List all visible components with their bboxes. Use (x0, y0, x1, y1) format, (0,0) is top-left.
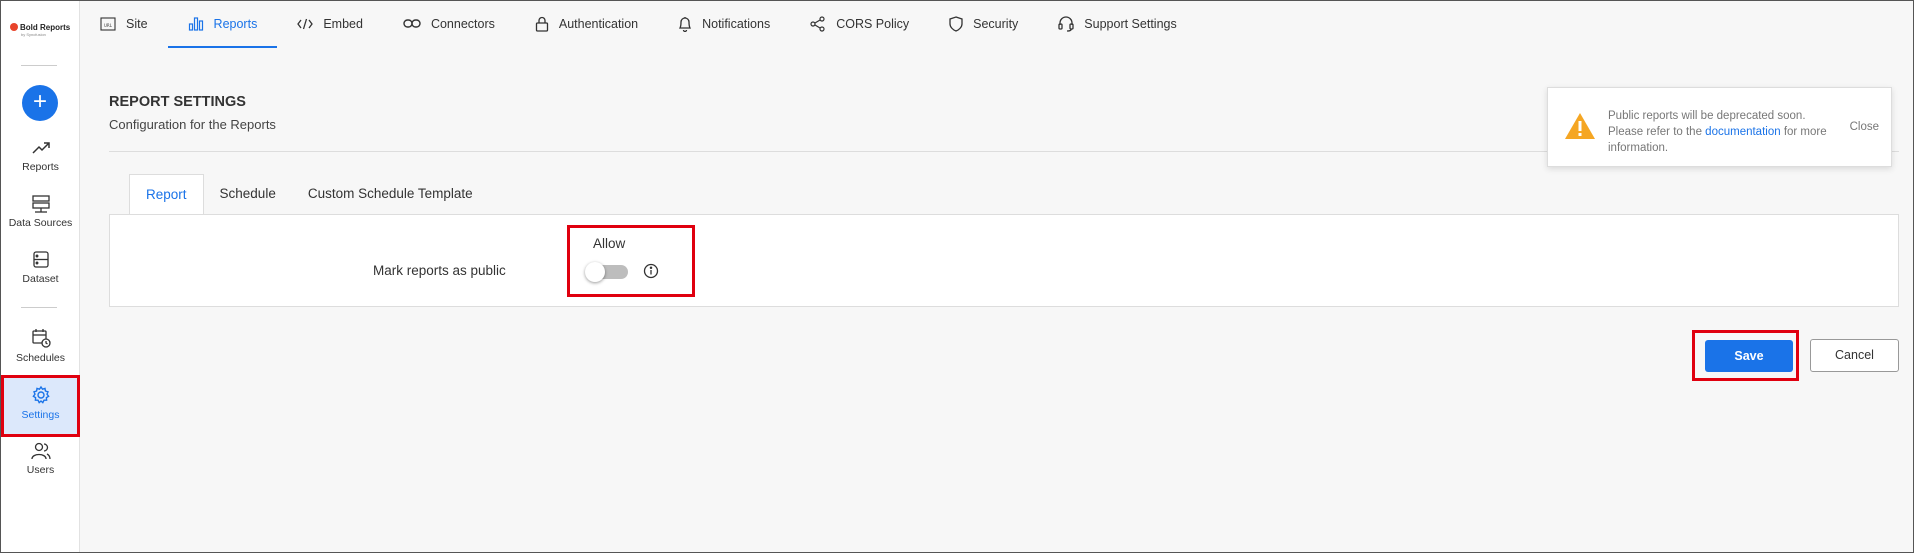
bar-chart-icon (188, 16, 203, 31)
shield-icon (949, 16, 963, 32)
server-icon (31, 195, 50, 213)
sidebar-item-label: Dataset (22, 273, 59, 285)
sidebar-item-label: Users (26, 464, 55, 476)
highlight-settings (1, 375, 80, 437)
highlight-save (1692, 330, 1799, 381)
tab-connectors[interactable]: Connectors (383, 1, 515, 47)
tab-label: CORS Policy (836, 17, 910, 31)
toast-line1: Public reports will be deprecated soon. (1608, 110, 1806, 122)
tab-label: Embed (323, 17, 363, 31)
sidebar-item-label: Data Sources (8, 217, 73, 229)
report-settings-panel: Mark reports as public (109, 214, 1899, 307)
users-icon (30, 442, 51, 460)
mark-public-label: Mark reports as public (373, 263, 506, 278)
cancel-button[interactable]: Cancel (1810, 339, 1899, 372)
brand-name: Bold Reports (20, 22, 71, 32)
deprecation-toast: Public reports will be deprecated soon. … (1547, 87, 1892, 167)
sidebar-item-label: Reports (22, 161, 59, 173)
svg-text:URL: URL (104, 23, 113, 28)
url-icon: URL (100, 17, 116, 31)
tab-report[interactable]: Report (129, 174, 204, 215)
dataset-icon (32, 251, 49, 268)
tab-notifications[interactable]: Notifications (658, 1, 790, 47)
trending-up-icon (31, 142, 50, 154)
settings-top-nav: URL Site Reports Embed Connectors Authen… (80, 1, 1197, 49)
bell-icon (679, 17, 692, 32)
page-subtitle: Configuration for the Reports (109, 117, 276, 132)
sidebar-item-reports[interactable]: Reports (1, 139, 80, 173)
toast-close-button[interactable]: Close (1850, 121, 1879, 133)
sidebar-divider (21, 307, 57, 308)
bold-reports-logo-icon (10, 23, 18, 31)
sidebar-item-dataset[interactable]: Dataset (1, 251, 80, 285)
tab-site[interactable]: URL Site (80, 1, 168, 47)
tab-label: Reports (213, 16, 258, 31)
highlight-toggle (567, 225, 695, 297)
toast-message: Public reports will be deprecated soon. … (1608, 108, 1828, 156)
tab-security[interactable]: Security (929, 1, 1038, 47)
tab-label: Support Settings (1084, 17, 1177, 31)
share-icon (810, 16, 825, 32)
tab-support-settings[interactable]: Support Settings (1038, 1, 1196, 47)
tab-embed[interactable]: Embed (277, 1, 383, 47)
code-icon (297, 18, 314, 30)
lock-icon (535, 16, 549, 32)
tab-label: Security (973, 17, 1019, 31)
tab-label: Authentication (558, 17, 639, 31)
sidebar-item-label: Schedules (15, 352, 66, 364)
sidebar-item-schedules[interactable]: Schedules (1, 328, 80, 364)
sidebar-divider (21, 65, 57, 66)
tab-label: Connectors (430, 17, 495, 31)
documentation-link[interactable]: documentation (1705, 126, 1780, 138)
tab-cors-policy[interactable]: CORS Policy (790, 1, 929, 47)
tab-label: Site (126, 17, 148, 31)
report-settings-tabs: Report Schedule Custom Schedule Template (129, 174, 489, 215)
calendar-clock-icon (31, 329, 51, 348)
tab-label: Notifications (702, 17, 771, 31)
tab-custom-schedule-template[interactable]: Custom Schedule Template (292, 174, 489, 214)
tab-reports[interactable]: Reports (167, 1, 278, 48)
sidebar-item-data-sources[interactable]: Data Sources (1, 195, 80, 229)
headset-icon (1058, 16, 1074, 32)
sidebar: Bold Reports by Syncfusion + Reports Dat… (1, 1, 80, 552)
sidebar-item-users[interactable]: Users (1, 442, 80, 476)
page-title: REPORT SETTINGS (109, 94, 246, 110)
toast-line2-pre: Please refer to the (1608, 126, 1706, 138)
add-button[interactable]: + (22, 85, 58, 121)
tab-schedule[interactable]: Schedule (204, 174, 292, 214)
tab-authentication[interactable]: Authentication (515, 1, 658, 47)
warning-icon (1565, 113, 1595, 139)
link-icon (403, 19, 421, 28)
brand-tagline: by Syncfusion (21, 32, 46, 37)
